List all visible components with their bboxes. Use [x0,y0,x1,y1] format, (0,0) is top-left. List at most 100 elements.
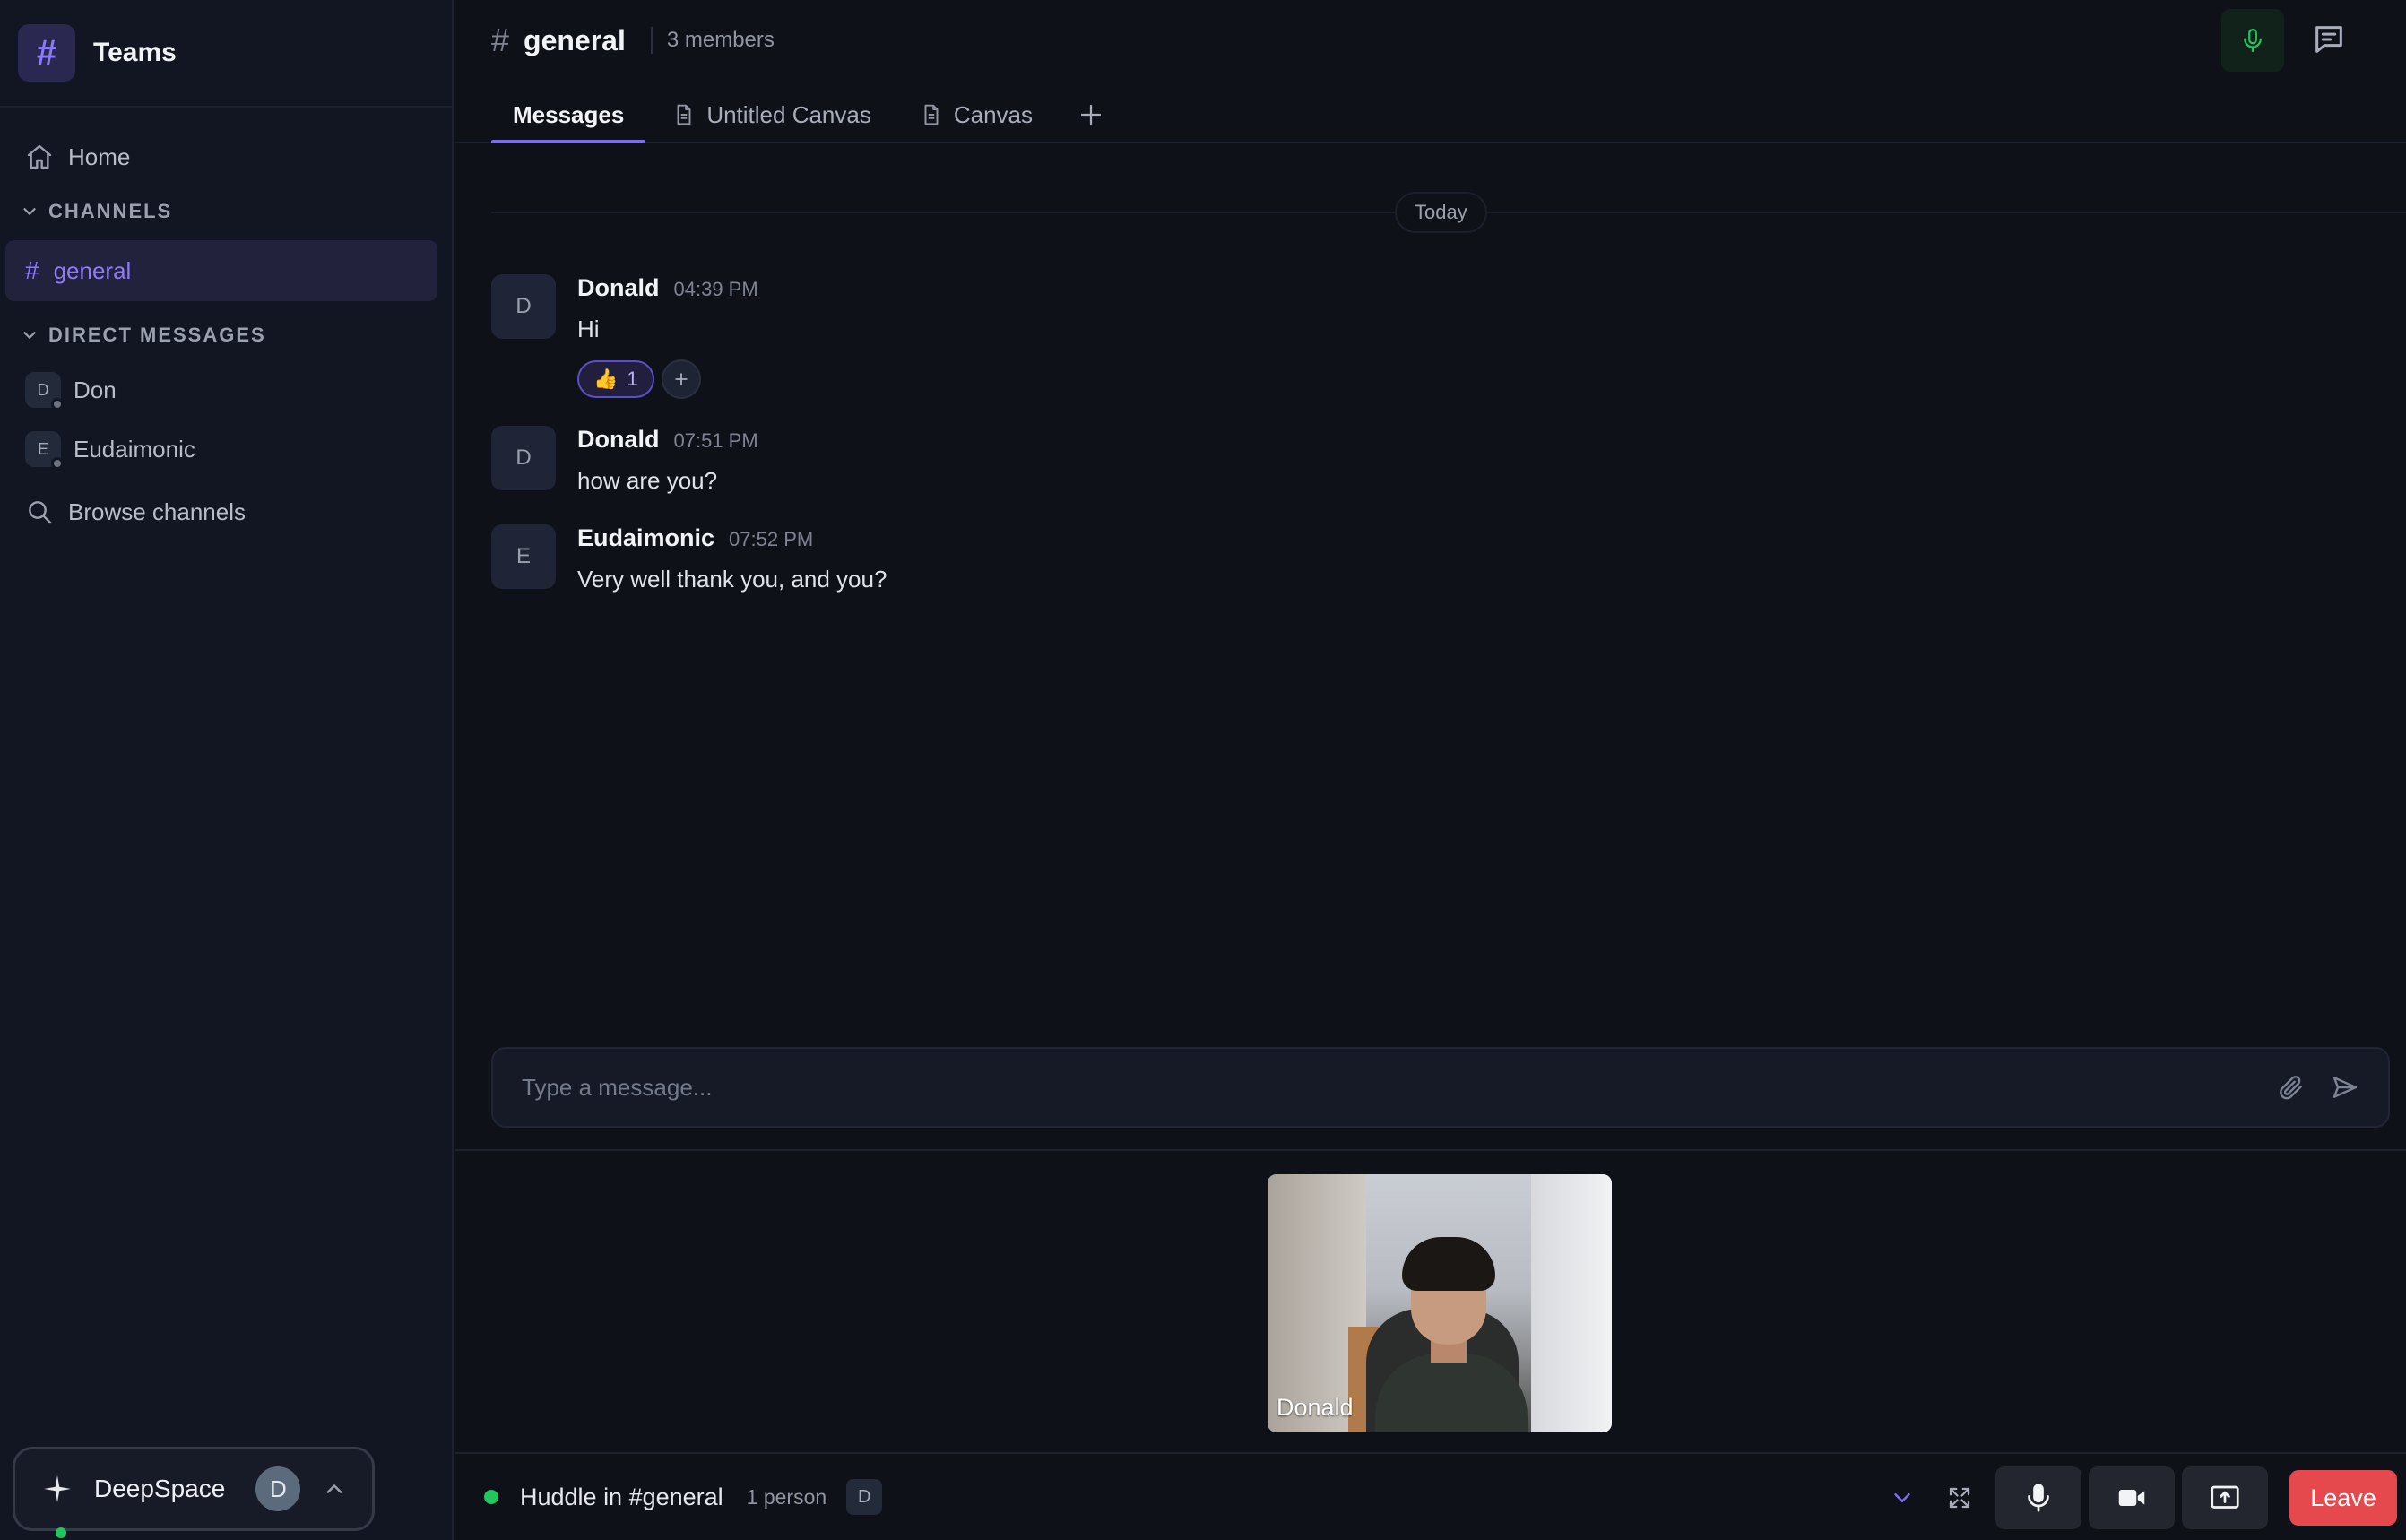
hash-icon: # [491,22,510,58]
message-item: D Donald 07:51 PM how are you? [491,426,758,495]
avatar: D [25,372,64,411]
avatar: E [25,431,64,470]
browse-channels-label: Browse channels [68,497,246,525]
mute-button[interactable] [1995,1466,2081,1529]
workspace-header[interactable]: # Teams [0,0,452,108]
add-tab-button[interactable] [1060,88,1122,142]
camera-button[interactable] [2089,1466,2175,1529]
microphone-icon [2028,1484,2049,1512]
participant-video-tile[interactable]: Donald [1268,1174,1612,1432]
collapse-huddle-button[interactable] [1874,1466,1931,1529]
sidebar-item-home[interactable]: Home [0,127,452,186]
fullscreen-button[interactable] [1931,1466,1988,1529]
reaction-thumbs-up[interactable]: 👍 1 [577,360,654,398]
message-item: D Donald 04:39 PM Hi 👍 1 [491,274,758,399]
video-background-right [1531,1174,1612,1432]
message-time: 07:51 PM [673,429,758,452]
chevron-down-icon [23,332,36,339]
huddle-toggle-button[interactable] [2221,9,2284,72]
member-count-button[interactable]: 3 members [667,28,775,53]
message-body: Eudaimonic 07:52 PM Very well thank you,… [577,524,887,593]
message-meta: Eudaimonic 07:52 PM [577,524,887,557]
leave-huddle-button[interactable]: Leave [2289,1470,2397,1526]
workspace-name: Teams [93,38,177,67]
huddle-video-panel: Donald [455,1149,2406,1452]
sidebar-item-general[interactable]: # general [5,240,437,301]
sidebar: # Teams Home CHANNELS # general DIRECT M… [0,0,454,1540]
message-input[interactable] [522,1073,2252,1102]
message-body: Donald 04:39 PM Hi 👍 1 [577,274,758,399]
presence-dot [51,398,64,411]
dm-name: Don [74,376,117,403]
sidebar-item-dm-eudaimonic[interactable]: E Eudaimonic [0,420,452,479]
huddle-title[interactable]: Huddle in #general [520,1484,723,1511]
send-icon[interactable] [2331,1073,2359,1102]
avatar[interactable]: D [491,274,556,339]
tab-label: Messages [513,100,625,128]
tab-label: Canvas [953,100,1034,128]
message-author[interactable]: Donald [577,274,660,302]
sidebar-item-dm-don[interactable]: D Don [0,360,452,420]
threads-icon[interactable] [2311,22,2347,57]
user-name: DeepSpace [94,1475,226,1502]
main-panel: # general 3 members Messages Untitled Ca… [455,0,2406,1540]
search-icon [29,501,52,524]
video-person-hair [1402,1237,1495,1291]
paperclip-icon[interactable] [2277,1073,2306,1102]
avatar[interactable]: E [491,524,556,589]
date-divider-label: Today [1395,192,1487,233]
plus-icon [1080,104,1102,125]
tab-label: Untitled Canvas [706,100,871,128]
message-composer [491,1047,2390,1128]
message-time: 04:39 PM [673,278,758,300]
channel-tabs: Messages Untitled Canvas Canvas [491,88,1122,143]
online-status-dot [56,1527,66,1538]
participant-name-label: Donald [1277,1394,1354,1421]
plus-icon [674,373,688,385]
message-item: E Eudaimonic 07:52 PM Very well thank yo… [491,524,887,593]
channels-section-toggle[interactable]: CHANNELS [0,186,452,237]
message-list: Today D Donald 04:39 PM Hi 👍 1 D Donald … [455,145,2406,1042]
reaction-bar: 👍 1 [577,359,758,399]
message-author[interactable]: Eudaimonic [577,524,714,552]
avatar-initial: E [37,439,48,458]
channels-heading: CHANNELS [48,200,173,222]
channel-name: general [53,256,132,284]
avatar-initial: D [37,380,49,399]
message-meta: Donald 04:39 PM [577,274,758,307]
hash-icon: # [25,256,39,284]
huddle-controls: Leave [1874,1466,2397,1529]
reaction-count: 1 [627,368,638,390]
user-menu-button[interactable]: DeepSpace D [13,1447,375,1531]
microphone-icon [2244,29,2262,52]
tab-messages[interactable]: Messages [491,88,646,143]
tab-canvas[interactable]: Canvas [898,88,1054,142]
browse-channels-button[interactable]: Browse channels [0,482,452,541]
message-author[interactable]: Donald [577,426,660,454]
video-camera-icon [2118,1490,2145,1506]
tab-untitled-canvas[interactable]: Untitled Canvas [651,88,893,142]
avatar: D [846,1479,883,1515]
expand-icon [1949,1487,1970,1509]
document-icon [924,104,939,125]
huddle-bar: Huddle in #general 1 person D Leave [455,1452,2406,1540]
document-icon [677,104,691,125]
direct-messages-section-toggle[interactable]: DIRECT MESSAGES [0,310,452,360]
channel-header: # general 3 members Messages Untitled Ca… [455,0,2406,143]
avatar[interactable]: D [491,426,556,490]
dm-name: Eudaimonic [74,435,195,463]
message-text: Hi [577,316,600,342]
huddle-participant-count: 1 person [746,1484,827,1509]
add-reaction-button[interactable] [661,359,701,399]
message-body: Donald 07:51 PM how are you? [577,426,758,495]
channel-title: # general 3 members [491,22,775,59]
divider [650,27,653,54]
message-meta: Donald 07:51 PM [577,426,758,458]
live-indicator [484,1490,498,1504]
sidebar-item-label: Home [68,143,131,170]
message-text: how are you? [577,467,718,494]
avatar: D [255,1466,301,1511]
workspace-logo: # [18,24,75,82]
share-screen-button[interactable] [2182,1466,2268,1529]
message-time: 07:52 PM [729,528,814,550]
